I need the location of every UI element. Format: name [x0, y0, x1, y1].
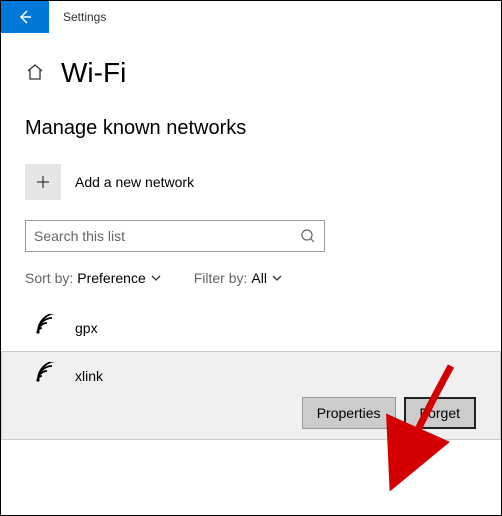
arrow-left-icon: [16, 8, 34, 26]
wifi-icon: [33, 362, 59, 389]
search-input[interactable]: [34, 228, 300, 244]
page-header: Wi-Fi: [25, 57, 477, 89]
filter-value: All: [251, 270, 267, 286]
titlebar: Settings: [1, 1, 501, 33]
titlebar-label: Settings: [63, 10, 106, 24]
search-box[interactable]: [25, 220, 325, 252]
page-title: Wi-Fi: [61, 57, 126, 89]
wifi-icon: [33, 314, 59, 341]
properties-button[interactable]: Properties: [302, 397, 396, 429]
network-name: xlink: [75, 368, 103, 384]
filter-label: Filter by:: [194, 270, 248, 286]
network-item-gpx[interactable]: gpx: [25, 304, 477, 351]
filter-dropdown[interactable]: Filter by: All: [194, 270, 283, 286]
search-icon: [300, 228, 316, 244]
sort-dropdown[interactable]: Sort by: Preference: [25, 270, 162, 286]
sort-label: Sort by:: [25, 270, 73, 286]
add-network-button[interactable]: Add a new network: [25, 164, 477, 200]
home-icon[interactable]: [25, 62, 45, 87]
network-name: gpx: [75, 320, 98, 336]
filter-row: Sort by: Preference Filter by: All: [25, 270, 477, 286]
plus-icon: [25, 164, 61, 200]
sort-value: Preference: [77, 270, 145, 286]
section-title: Manage known networks: [25, 117, 477, 140]
add-network-label: Add a new network: [75, 174, 194, 190]
forget-button[interactable]: Forget: [404, 397, 476, 429]
network-item-xlink[interactable]: xlink Properties Forget: [1, 351, 501, 440]
action-buttons: Properties Forget: [302, 397, 476, 429]
chevron-down-icon: [271, 272, 283, 284]
back-button[interactable]: [1, 1, 49, 33]
chevron-down-icon: [150, 272, 162, 284]
